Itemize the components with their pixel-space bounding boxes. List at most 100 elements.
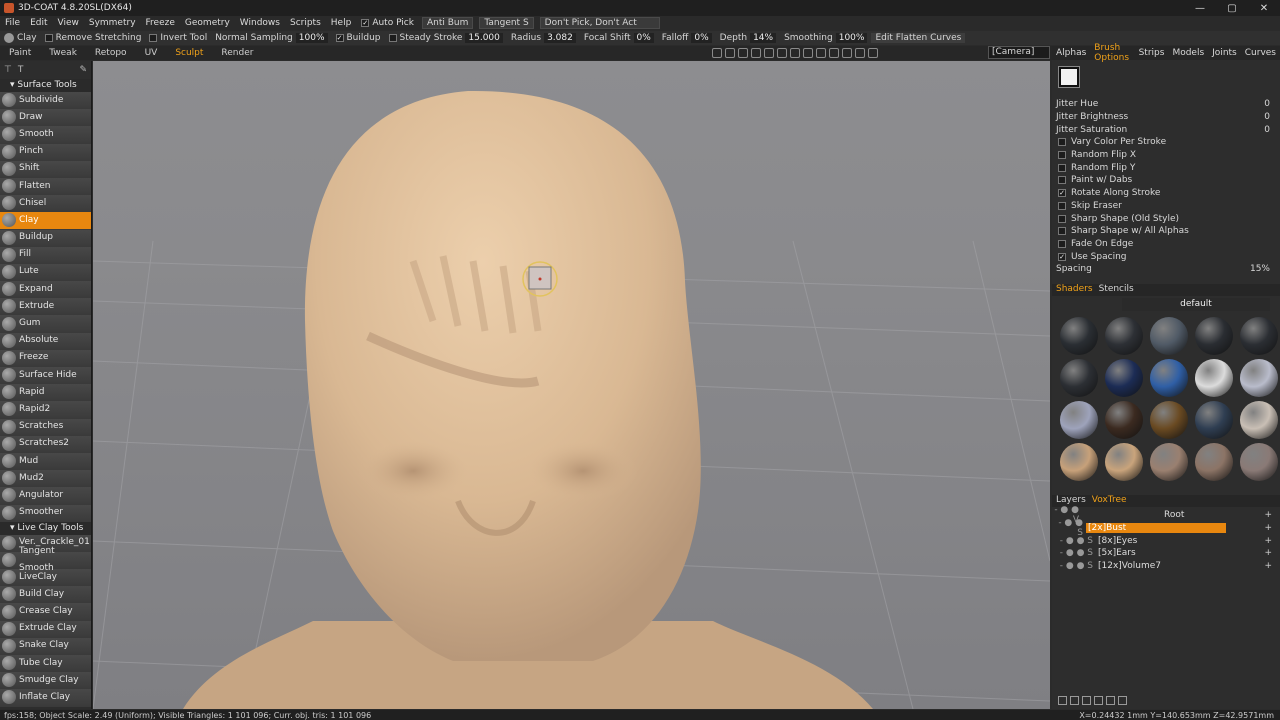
visibility-icon[interactable]: - ● ● S — [1052, 548, 1096, 558]
auto-pick-toggle[interactable]: ✓ Auto Pick — [356, 18, 419, 28]
ortho-icon[interactable] — [842, 48, 852, 58]
menu-view[interactable]: View — [53, 18, 84, 28]
remove-stretching-toggle[interactable]: Remove Stretching — [41, 33, 146, 43]
tool-angulator[interactable]: Angulator — [0, 487, 91, 505]
tool-pinch[interactable]: Pinch — [0, 143, 91, 161]
settings-icon[interactable] — [1118, 696, 1127, 705]
option-rotate-along-stroke[interactable]: ✓ Rotate Along Stroke — [1056, 187, 1274, 200]
new-layer-icon[interactable] — [1058, 696, 1067, 705]
grid-icon[interactable] — [855, 48, 865, 58]
tab-sculpt[interactable]: Sculpt — [166, 48, 212, 58]
tool-crease-clay[interactable]: Crease Clay — [0, 603, 91, 621]
option-skip-eraser[interactable]: Skip Eraser — [1056, 200, 1274, 213]
shader-ball[interactable] — [1195, 401, 1233, 439]
menu-symmetry[interactable]: Symmetry — [84, 18, 141, 28]
fullscreen-icon[interactable] — [868, 48, 878, 58]
camera-dropdown[interactable]: [Camera] — [988, 46, 1050, 59]
tool-smoother[interactable]: Smoother — [0, 504, 91, 522]
tool-surface-hide[interactable]: Surface Hide — [0, 367, 91, 385]
camera-icon[interactable] — [751, 48, 761, 58]
shader-ball[interactable] — [1150, 317, 1188, 355]
steady-stroke-slider[interactable]: Steady Stroke 15.000 — [385, 33, 507, 43]
tool-absolute[interactable]: Absolute — [0, 332, 91, 350]
add-child-icon[interactable]: + — [1264, 510, 1272, 520]
buildup-toggle[interactable]: ✓ Buildup — [332, 33, 385, 43]
tool-fill[interactable]: Fill — [0, 246, 91, 264]
tab-uv[interactable]: UV — [136, 48, 167, 58]
tangent-dropdown[interactable]: Tangent S — [479, 17, 534, 29]
focal-shift-slider[interactable]: Focal Shift 0% — [580, 33, 658, 43]
jitter-saturation-slider[interactable]: Jitter Saturation 0 — [1056, 123, 1274, 136]
option-random-flip-x[interactable]: Random Flip X — [1056, 149, 1274, 162]
shader-ball[interactable] — [1240, 443, 1278, 481]
shader-ball[interactable] — [1105, 317, 1143, 355]
tab-strips[interactable]: Strips — [1135, 48, 1169, 58]
tab-render[interactable]: Render — [212, 48, 262, 58]
tool-expand[interactable]: Expand — [0, 281, 91, 299]
shader-ball[interactable] — [1150, 443, 1188, 481]
tool-smudge-clay[interactable]: Smudge Clay — [0, 672, 91, 690]
tool-shift[interactable]: Shift — [0, 160, 91, 178]
tab-retopo[interactable]: Retopo — [86, 48, 136, 58]
merge-layer-icon[interactable] — [1094, 696, 1103, 705]
shader-ball[interactable] — [1105, 443, 1143, 481]
tool-snake-clay[interactable]: Snake Clay — [0, 637, 91, 655]
falloff-slider[interactable]: Falloff 0% — [658, 33, 716, 43]
voxtree-item[interactable]: - ● ● S [5x]Ears + — [1052, 547, 1274, 560]
menu-help[interactable]: Help — [326, 18, 357, 28]
pick-mode-dropdown[interactable]: Don't Pick, Don't Act — [539, 17, 660, 29]
shader-ball[interactable] — [1060, 317, 1098, 355]
tab-joints[interactable]: Joints — [1208, 48, 1241, 58]
surface-tools-header[interactable]: ▾ Surface Tools — [0, 79, 91, 92]
menu-scripts[interactable]: Scripts — [285, 18, 326, 28]
brush-icon[interactable]: ✎ — [79, 65, 87, 75]
add-child-icon[interactable]: + — [1264, 561, 1272, 571]
menu-freeze[interactable]: Freeze — [141, 18, 180, 28]
close-button[interactable]: ✕ — [1248, 3, 1280, 14]
tool-tube-clay[interactable]: Tube Clay — [0, 655, 91, 673]
tool-scratches2[interactable]: Scratches2 — [0, 435, 91, 453]
live-clay-tools-header[interactable]: ▾ Live Clay Tools — [0, 521, 91, 535]
option-paint-w-dabs[interactable]: Paint w/ Dabs — [1056, 174, 1274, 187]
tool-buildup[interactable]: Buildup — [0, 229, 91, 247]
tool-build-clay[interactable]: Build Clay — [0, 586, 91, 604]
shader-ball[interactable] — [1060, 359, 1098, 397]
light-icon[interactable] — [764, 48, 774, 58]
tab-models[interactable]: Models — [1168, 48, 1208, 58]
edit-flatten-curves-button[interactable]: Edit Flatten Curves — [871, 33, 966, 43]
image-icon[interactable] — [738, 48, 748, 58]
shader-ball[interactable] — [1060, 443, 1098, 481]
smoothing-slider[interactable]: Smoothing 100% — [780, 33, 871, 43]
add-child-icon[interactable]: + — [1264, 536, 1272, 546]
option-sharp-shape-w-all-alphas[interactable]: Sharp Shape w/ All Alphas — [1056, 225, 1274, 238]
shader-preset-dropdown[interactable]: default — [1122, 298, 1270, 311]
tab-shaders[interactable]: Shaders — [1056, 284, 1093, 296]
shader-ball[interactable] — [1195, 359, 1233, 397]
normal-sampling-slider[interactable]: Normal Sampling 100% — [211, 33, 331, 43]
add-child-icon[interactable]: + — [1264, 548, 1272, 558]
shader-ball[interactable] — [1150, 359, 1188, 397]
menu-windows[interactable]: Windows — [235, 18, 285, 28]
pan-icon[interactable] — [790, 48, 800, 58]
minimize-button[interactable]: — — [1184, 3, 1216, 14]
option-random-flip-y[interactable]: Random Flip Y — [1056, 161, 1274, 174]
tool-scratches[interactable]: Scratches — [0, 418, 91, 436]
shader-ball[interactable] — [1105, 359, 1143, 397]
menu-edit[interactable]: Edit — [25, 18, 52, 28]
shader-ball[interactable] — [1240, 317, 1278, 355]
voxtree-item[interactable]: - ● ● S [2x]Bust + — [1052, 518, 1274, 538]
tab-curves[interactable]: Curves — [1241, 48, 1280, 58]
tool-chisel[interactable]: Chisel — [0, 195, 91, 213]
tab-alphas[interactable]: Alphas — [1052, 48, 1090, 58]
radius-slider[interactable]: Radius 3.082 — [507, 33, 580, 43]
tool-extrude-clay[interactable]: Extrude Clay — [0, 620, 91, 638]
tool-freeze[interactable]: Freeze — [0, 349, 91, 367]
tool-smooth[interactable]: Smooth — [0, 126, 91, 144]
transform-icon[interactable]: ⊤ — [4, 65, 12, 75]
add-child-icon[interactable]: + — [1264, 523, 1272, 533]
invert-tool-toggle[interactable]: Invert Tool — [145, 33, 211, 43]
menu-geometry[interactable]: Geometry — [180, 18, 235, 28]
tool-tangent-smooth[interactable]: Tangent Smooth — [0, 546, 91, 573]
jitter-hue-slider[interactable]: Jitter Hue 0 — [1056, 98, 1274, 111]
tab-paint[interactable]: Paint — [0, 48, 40, 58]
